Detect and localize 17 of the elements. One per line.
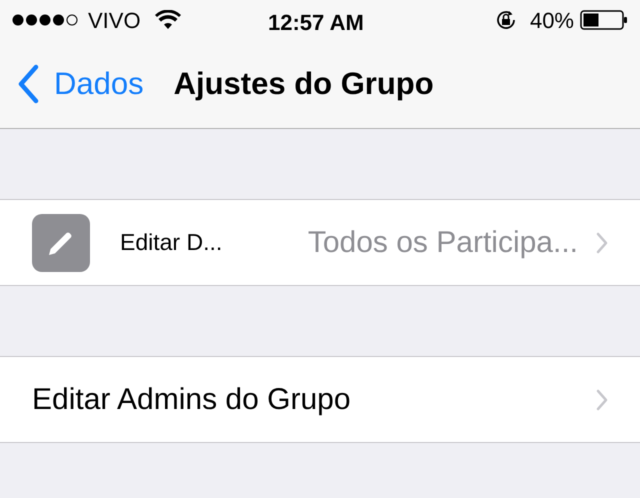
row-label: Editar D... (120, 228, 222, 258)
battery-icon (580, 9, 628, 31)
chevron-icon (596, 232, 608, 254)
clock-text: 12:57 AM (268, 9, 364, 37)
back-button[interactable]: Dados (16, 60, 144, 108)
row-label: Editar Admins do Grupo (32, 382, 351, 418)
chevron-icon (596, 388, 608, 410)
back-chevron-icon (16, 64, 40, 104)
signal-icon (12, 13, 80, 27)
nav-title: Ajustes do Grupo (174, 64, 434, 103)
pencil-icon (32, 214, 90, 272)
carrier-text: VIVO (88, 6, 141, 34)
battery-percent: 40% (530, 6, 574, 34)
settings-row[interactable]: Editar Admins do Grupo (0, 357, 640, 443)
row-value: Todos os Participa... (308, 225, 578, 261)
settings-row[interactable]: Editar D... Todos os Participa... (0, 200, 640, 286)
wifi-icon (154, 10, 181, 30)
